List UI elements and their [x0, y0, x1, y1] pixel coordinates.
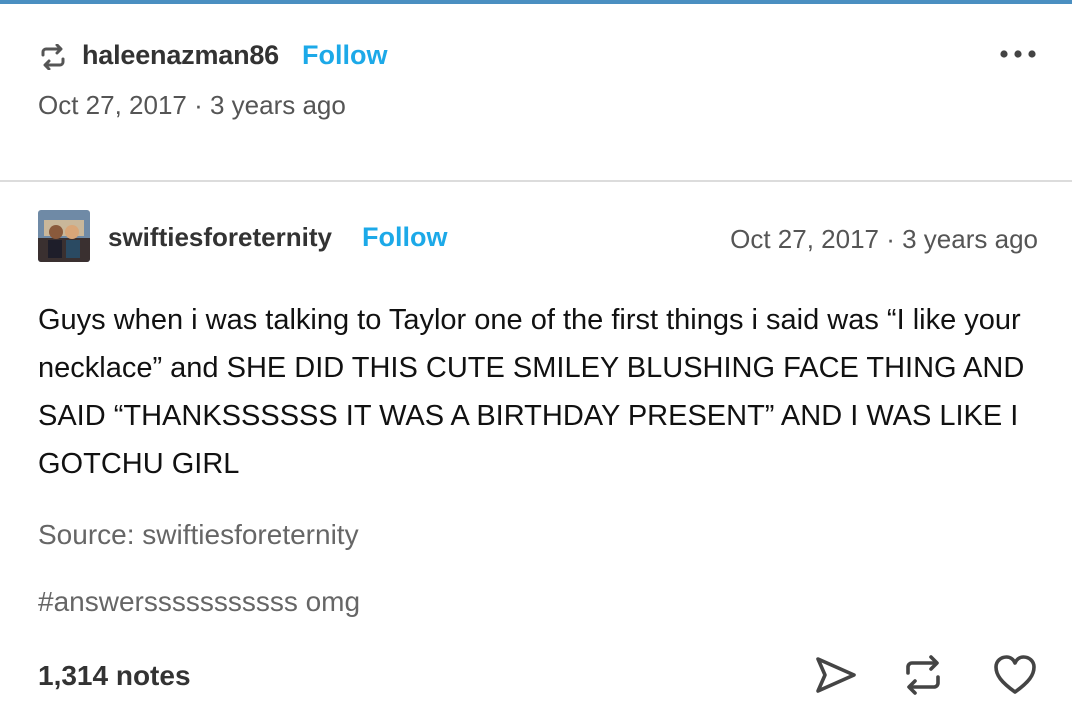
top-accent-bar	[0, 0, 1072, 4]
post-username[interactable]: swiftiesforeternity	[108, 222, 332, 253]
reblog-timestamp[interactable]: Oct 27, 2017 · 3 years ago	[38, 90, 346, 121]
divider	[0, 180, 1072, 182]
like-heart-icon[interactable]	[992, 652, 1038, 698]
post-actions	[812, 652, 1038, 698]
post-body: Guys when i was talking to Taylor one of…	[38, 304, 1025, 480]
post-follow-button[interactable]: Follow	[362, 222, 447, 253]
avatar[interactable]	[38, 210, 90, 262]
post-tags[interactable]: #answersssssssssss omg	[38, 586, 360, 618]
reblog-follow-button[interactable]: Follow	[302, 40, 387, 71]
post-header: swiftiesforeternity Follow Oct 27, 2017 …	[38, 210, 1038, 262]
post-timestamp[interactable]: Oct 27, 2017 · 3 years ago	[730, 224, 1038, 255]
share-icon[interactable]	[812, 652, 858, 698]
reblog-username[interactable]: haleenazman86	[82, 40, 279, 71]
post-source[interactable]: Source: swiftiesforeternity	[38, 519, 359, 551]
reblog-header: haleenazman86 Follow	[38, 38, 1038, 78]
more-options-icon[interactable]	[998, 44, 1038, 64]
reblog-icon	[41, 44, 65, 70]
reblog-icon[interactable]	[900, 652, 946, 698]
notes-count[interactable]: 1,314 notes	[38, 660, 191, 692]
